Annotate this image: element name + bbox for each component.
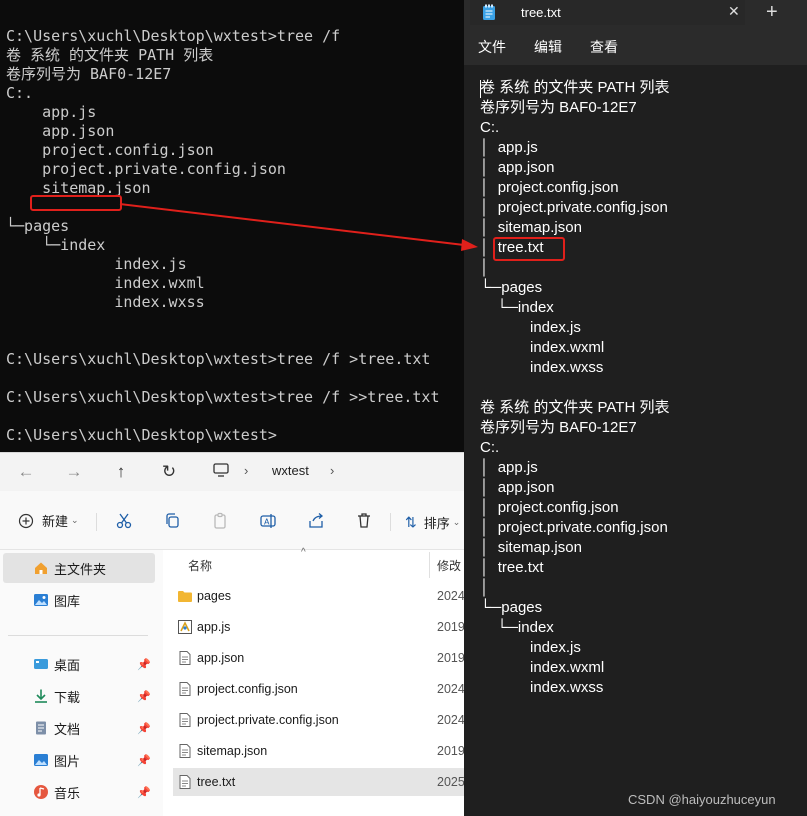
annotation-arrow	[119, 203, 478, 251]
watermark: CSDN @haiyouzhuceyun	[628, 792, 776, 807]
